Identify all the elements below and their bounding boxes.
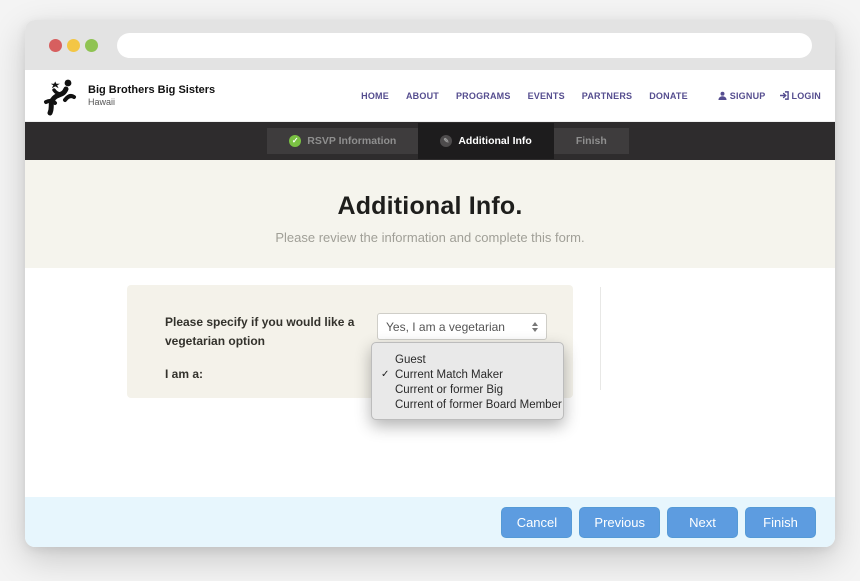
login-link[interactable]: LOGIN xyxy=(780,91,822,101)
logo-text: Big Brothers Big Sisters Hawaii xyxy=(88,84,215,108)
page-hero: Additional Info. Please review the infor… xyxy=(25,160,835,268)
minimize-window-icon[interactable] xyxy=(67,39,80,52)
page-subtitle: Please review the information and comple… xyxy=(275,230,584,245)
role-option-guest[interactable]: Guest xyxy=(372,352,563,367)
nav-about[interactable]: ABOUT xyxy=(406,91,439,101)
nav-partners[interactable]: PARTNERS xyxy=(582,91,632,101)
user-icon xyxy=(718,91,727,100)
signup-link[interactable]: SIGNUP xyxy=(718,91,766,101)
finish-button[interactable]: Finish xyxy=(745,507,816,538)
nav-home[interactable]: HOME xyxy=(361,91,389,101)
account-nav: SIGNUP LOGIN xyxy=(718,91,821,101)
wizard-stepbar: ✓ RSVP Information ✎ Additional Info Fin… xyxy=(25,122,835,160)
form-content: Please specify if you would like a veget… xyxy=(25,268,835,497)
check-circle-icon: ✓ xyxy=(289,135,301,147)
role-label: I am a: xyxy=(165,367,203,381)
login-icon xyxy=(780,91,789,100)
wizard-footer: Cancel Previous Next Finish xyxy=(25,497,835,547)
main-nav: HOME ABOUT PROGRAMS EVENTS PARTNERS DONA… xyxy=(361,91,688,101)
vegetarian-select[interactable]: Yes, I am a vegetarian xyxy=(377,313,547,340)
logo-title: Big Brothers Big Sisters xyxy=(88,84,215,97)
previous-button[interactable]: Previous xyxy=(579,507,660,538)
role-option-current-or-former-big[interactable]: Current or former Big xyxy=(372,382,563,397)
bbbs-figures-icon xyxy=(40,76,82,116)
nav-programs[interactable]: PROGRAMS xyxy=(456,91,511,101)
address-bar[interactable] xyxy=(117,33,812,58)
browser-chrome xyxy=(25,20,835,70)
vegetarian-option-label: Please specify if you would like a veget… xyxy=(165,313,355,350)
nav-events[interactable]: EVENTS xyxy=(528,91,565,101)
step-rsvp-information[interactable]: ✓ RSVP Information xyxy=(267,128,418,154)
column-divider xyxy=(600,287,601,390)
next-button[interactable]: Next xyxy=(667,507,738,538)
traffic-lights xyxy=(49,39,98,52)
close-window-icon[interactable] xyxy=(49,39,62,52)
step-finish[interactable]: Finish xyxy=(554,128,629,154)
cancel-button[interactable]: Cancel xyxy=(501,507,572,538)
logo-subtitle: Hawaii xyxy=(88,97,215,108)
step-additional-info[interactable]: ✎ Additional Info xyxy=(418,123,554,159)
site-header: Big Brothers Big Sisters Hawaii HOME ABO… xyxy=(25,70,835,122)
page-title: Additional Info. xyxy=(337,192,522,221)
browser-window: Big Brothers Big Sisters Hawaii HOME ABO… xyxy=(25,20,835,547)
maximize-window-icon[interactable] xyxy=(85,39,98,52)
edit-circle-icon: ✎ xyxy=(440,135,452,147)
role-option-current-match-maker[interactable]: ✓ Current Match Maker xyxy=(372,367,563,382)
role-dropdown-menu: Guest ✓ Current Match Maker Current or f… xyxy=(371,342,564,420)
nav-donate[interactable]: DONATE xyxy=(649,91,688,101)
bbbs-logo[interactable]: Big Brothers Big Sisters Hawaii xyxy=(40,76,215,116)
vegetarian-select-value: Yes, I am a vegetarian xyxy=(386,320,532,334)
select-stepper-icon xyxy=(532,322,538,332)
check-icon: ✓ xyxy=(381,369,395,380)
role-option-current-of-former-board-member[interactable]: Current of former Board Member xyxy=(372,397,563,412)
